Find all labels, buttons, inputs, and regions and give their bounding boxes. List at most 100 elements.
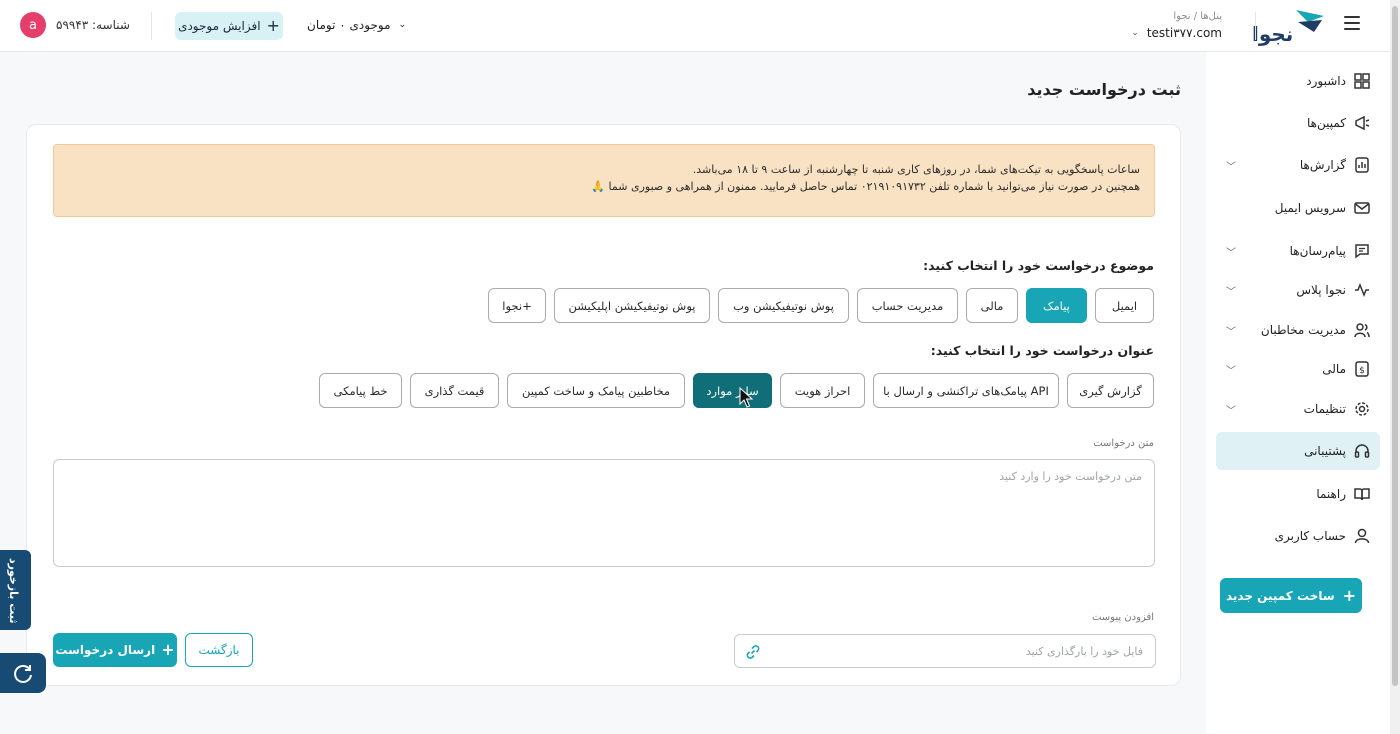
chevron-down-icon[interactable]: ﹀ <box>1226 362 1236 377</box>
logo-text: نجوا <box>1252 22 1294 46</box>
balance-dropdown[interactable]: موجودی ۰ تومان ⌄ <box>307 18 406 32</box>
subject-chip-web-push[interactable]: پوش نوتیفیکیشن وب <box>718 288 849 323</box>
page-title: ثبت درخواست جدید <box>1027 80 1181 99</box>
sidebar: داشبورد کمپین‌ها گزارش‌ها ﹀ سرویس ایمیل … <box>1206 52 1390 734</box>
title-chip-verification[interactable]: احراز هویت <box>780 373 865 408</box>
new-campaign-label: ساخت کمپین جدید <box>1225 588 1335 603</box>
user-id-area: a شناسه: ۵۹۹۴۳ <box>20 12 130 38</box>
user-icon <box>1354 528 1370 544</box>
chevron-down-icon: ⌄ <box>398 20 407 30</box>
subject-options: ایمیل پیامک مالی مدیریت حساب پوش نوتیفیک… <box>488 288 1154 323</box>
title-chip-reporting[interactable]: گزارش گیری <box>1067 373 1154 408</box>
sidebar-item-dashboard[interactable]: داشبورد <box>1216 62 1380 100</box>
sidebar-item-guide[interactable]: راهنما <box>1216 475 1380 513</box>
contacts-icon <box>1354 323 1370 338</box>
book-icon <box>1354 488 1370 501</box>
title-chip-transactional-api[interactable]: پیامک‌های تراکنشی و ارسال با API <box>873 373 1059 408</box>
feedback-label: ثبت بازخورد <box>7 558 20 624</box>
top-bar: نجوا پنل‌ها / نجوا ⌄ testi۳۷۷.com a شناس… <box>0 0 1390 52</box>
request-text-placeholder: متن درخواست خود را وارد کنید <box>999 470 1142 483</box>
plus-icon: + <box>161 640 175 659</box>
plus-icon: + <box>1342 585 1357 605</box>
account-name: testi۳۷۷.com <box>1146 26 1222 40</box>
support-hours-notice: ساعات پاسخگویی به تیکت‌های شما، در روزها… <box>53 144 1155 217</box>
sidebar-item-label: حساب کاربری <box>1274 529 1346 543</box>
logo-mark-icon <box>1296 10 1324 32</box>
sidebar-item-campaigns[interactable]: کمپین‌ها <box>1216 104 1380 142</box>
title-chip-contacts-campaign[interactable]: مخاطبین پیامک و ساخت کمپین <box>507 373 685 408</box>
avatar[interactable]: a <box>20 12 46 38</box>
notice-line: همچنین در صورت نیاز می‌توانید با شماره ت… <box>591 180 1140 193</box>
logo[interactable]: نجوا <box>1252 8 1330 46</box>
subject-chip-app-push[interactable]: پوش نوتیفیکیشن اپلیکیشن <box>554 288 710 323</box>
request-text-label: متن درخواست <box>1093 438 1154 449</box>
title-chip-other[interactable]: سایر موارد <box>693 373 772 408</box>
refresh-chat-icon <box>14 665 32 683</box>
mail-icon <box>1354 202 1370 214</box>
feedback-tab[interactable]: ثبت بازخورد <box>0 550 31 630</box>
user-id: شناسه: ۵۹۹۴۳ <box>56 18 130 32</box>
sidebar-item-label: راهنما <box>1316 487 1346 501</box>
page-scrollbar[interactable] <box>1390 0 1400 734</box>
sidebar-item-label: تنظیمات <box>1303 402 1346 416</box>
sidebar-item-email[interactable]: سرویس ایمیل <box>1216 189 1380 227</box>
sidebar-item-label: پیام‌رسان‌ها <box>1289 244 1346 258</box>
chevron-down-icon[interactable]: ﹀ <box>1226 244 1236 259</box>
new-campaign-button[interactable]: ساخت کمپین جدید + <box>1220 578 1362 613</box>
topup-label: افزایش موجودی <box>178 19 261 33</box>
mouse-cursor-icon <box>739 387 753 408</box>
sidebar-item-reports[interactable]: گزارش‌ها ﹀ <box>1216 146 1380 184</box>
finance-icon: $ <box>1355 361 1369 377</box>
sidebar-item-label: نجوا پلاس <box>1296 283 1346 297</box>
back-button[interactable]: بازگشت <box>185 633 253 667</box>
sidebar-item-support[interactable]: پشتیبانی <box>1216 432 1380 470</box>
chevron-down-icon[interactable]: ﹀ <box>1226 283 1236 298</box>
report-icon <box>1355 157 1369 173</box>
plus-icon: + <box>266 16 280 35</box>
chevron-down-icon: ⌄ <box>1131 28 1139 38</box>
sidebar-item-messengers[interactable]: پیام‌رسان‌ها ﹀ <box>1216 232 1380 270</box>
notice-line: ساعات پاسخگویی به تیکت‌های شما، در روزها… <box>692 163 1140 176</box>
chevron-down-icon[interactable]: ﹀ <box>1226 323 1236 338</box>
divider <box>1255 12 1256 40</box>
headset-icon <box>1354 444 1370 458</box>
send-request-label: ارسال درخواست <box>55 643 156 657</box>
title-options: گزارش گیری پیامک‌های تراکنشی و ارسال با … <box>319 373 1154 408</box>
subject-chip-finance[interactable]: مالی <box>966 288 1018 323</box>
ticket-form-card: ساعات پاسخگویی به تیکت‌های شما، در روزها… <box>26 124 1181 686</box>
subject-chip-sms[interactable]: پیامک <box>1026 288 1087 323</box>
subject-chip-najva-plus[interactable]: نجوا+ <box>488 288 546 323</box>
sidebar-item-account[interactable]: حساب کاربری <box>1216 517 1380 555</box>
subject-chip-account[interactable]: مدیریت حساب <box>857 288 958 323</box>
sidebar-item-finance[interactable]: $ مالی ﹀ <box>1216 350 1380 388</box>
title-chip-pricing[interactable]: قیمت گذاری <box>410 373 499 408</box>
support-chat-button[interactable] <box>0 653 46 693</box>
divider <box>151 12 152 40</box>
title-chip-sms-line[interactable]: خط پیامکی <box>319 373 402 408</box>
subject-label: موضوع درخواست خود را انتخاب کنید: <box>923 258 1154 273</box>
sidebar-item-contacts[interactable]: مدیریت مخاطبان ﹀ <box>1216 311 1380 349</box>
balance-text: موجودی ۰ تومان <box>307 18 391 32</box>
request-text-input[interactable]: متن درخواست خود را وارد کنید <box>53 459 1155 567</box>
account-selector[interactable]: ⌄ testi۳۷۷.com <box>1131 26 1222 40</box>
attachment-input[interactable]: فایل خود را بارگذاری کنید <box>734 634 1156 668</box>
hamburger-menu-icon[interactable] <box>1344 16 1360 30</box>
sidebar-item-najva-plus[interactable]: نجوا پلاس ﹀ <box>1216 271 1380 309</box>
message-icon <box>1355 244 1369 259</box>
attachment-label: افزودن پیوست <box>1091 612 1154 623</box>
sidebar-item-label: سرویس ایمیل <box>1274 201 1346 215</box>
scrollbar-thumb[interactable] <box>1392 6 1398 686</box>
sidebar-item-label: گزارش‌ها <box>1299 158 1346 172</box>
sidebar-item-label: مدیریت مخاطبان <box>1260 323 1346 337</box>
svg-text:$: $ <box>1359 366 1365 376</box>
settings-icon <box>1355 402 1369 416</box>
subject-chip-email[interactable]: ایمیل <box>1095 288 1154 323</box>
sidebar-item-label: پشتیبانی <box>1304 444 1346 458</box>
title-label: عنوان درخواست خود را انتخاب کنید: <box>930 343 1154 358</box>
send-request-button[interactable]: ارسال درخواست + <box>53 633 177 667</box>
topup-button[interactable]: افزایش موجودی + <box>175 12 283 40</box>
chevron-down-icon[interactable]: ﹀ <box>1226 158 1236 173</box>
dashboard-icon <box>1354 73 1370 89</box>
chevron-down-icon[interactable]: ﹀ <box>1226 402 1236 417</box>
sidebar-item-settings[interactable]: تنظیمات ﹀ <box>1216 390 1380 428</box>
